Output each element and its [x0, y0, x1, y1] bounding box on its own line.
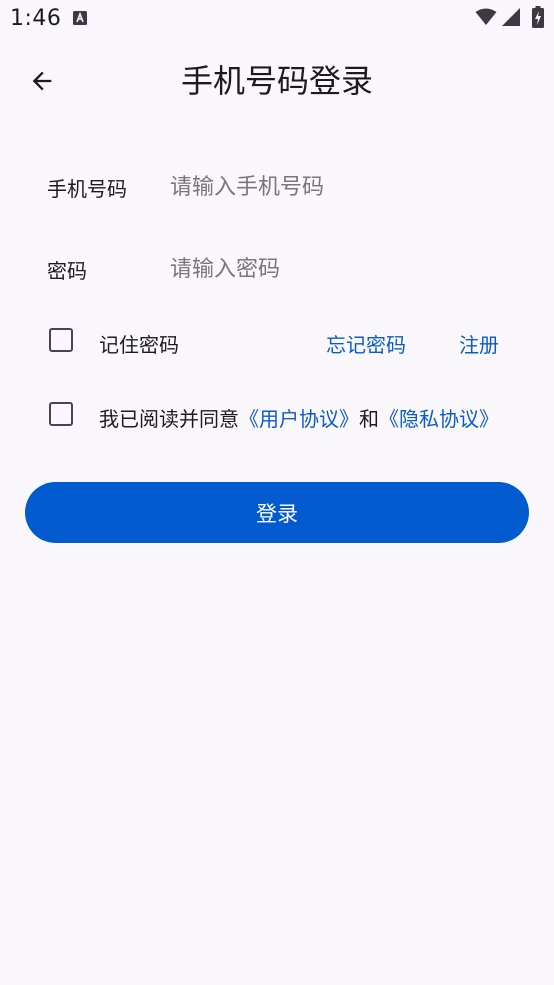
phone-label: 手机号码 [47, 177, 127, 201]
phone-row: 手机号码 [47, 167, 527, 207]
status-bar: 1:46 [0, 0, 554, 40]
forgot-password-link[interactable]: 忘记密码 [326, 329, 406, 358]
remember-password-checkbox[interactable] [49, 328, 73, 352]
register-link[interactable]: 注册 [459, 329, 499, 358]
password-input[interactable] [170, 249, 520, 289]
page-title: 手机号码登录 [180, 62, 373, 100]
battery-charging-icon [532, 6, 544, 28]
login-button[interactable]: 登录 [25, 482, 529, 543]
agreement-checkbox[interactable] [49, 402, 73, 426]
agreement-conjunction: 和 [359, 407, 379, 431]
user-agreement-link[interactable]: 《用户协议》 [239, 407, 359, 431]
a-notification-icon [73, 11, 87, 25]
privacy-policy-link[interactable]: 《隐私协议》 [379, 407, 499, 431]
remember-password-label: 记住密码 [99, 333, 179, 357]
wifi-icon [475, 8, 497, 25]
signal-icon [502, 8, 520, 26]
password-row: 密码 [47, 249, 527, 289]
password-label: 密码 [47, 259, 87, 283]
phone-input[interactable] [170, 167, 520, 207]
status-time: 1:46 [10, 6, 62, 31]
agreement-text: 我已阅读并同意《用户协议》和《隐私协议》 [99, 403, 499, 432]
agreement-prefix: 我已阅读并同意 [99, 407, 239, 431]
